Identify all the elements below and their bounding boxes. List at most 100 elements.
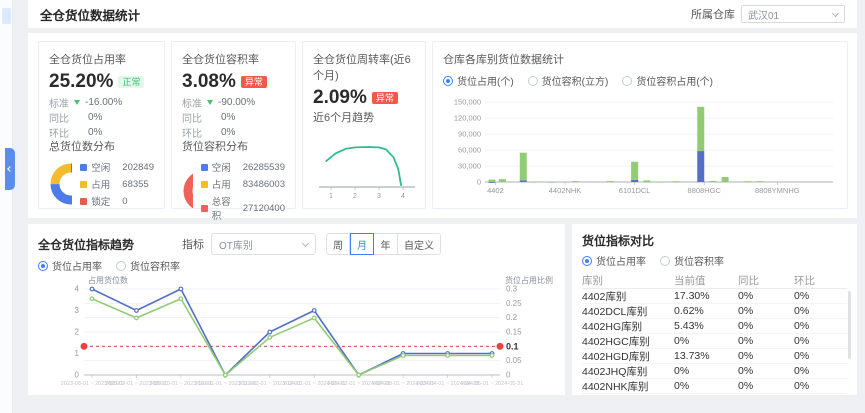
legend-item: 空闲202849 <box>80 160 154 174</box>
period-year-button[interactable]: 年 <box>374 233 398 255</box>
radio-occupancy-rate[interactable]: 货位占用率 <box>582 253 646 268</box>
radio-icon <box>443 76 453 86</box>
svg-text:2: 2 <box>75 328 80 337</box>
legend-swatch <box>80 181 87 188</box>
table-row: 4402HGD库别13.73%0%0% <box>582 349 847 364</box>
svg-text:3: 3 <box>377 193 381 199</box>
panel-title: 货位指标对比 <box>582 232 847 249</box>
yoy-label: 同比 <box>182 110 202 125</box>
comparison-panel: 货位指标对比 货位占用率 货位容积率 库别 当前值 同比 环比 4402库别17… <box>572 224 857 395</box>
table-row: 4402DCL库别0.62%0%0% <box>582 304 847 319</box>
legend-item: 占用83486003 <box>201 177 285 191</box>
sidebar-selected-item[interactable] <box>2 8 11 24</box>
card-title: 全仓货位占用率 <box>49 51 154 67</box>
distribution-title: 货位容积分布 <box>182 138 285 154</box>
svg-text:60,000: 60,000 <box>458 146 481 155</box>
period-week-button[interactable]: 周 <box>326 233 350 255</box>
card-occupancy-rate: 全仓货位占用率 25.20% 正常 标准-16.00% 同比0% 环比0% 总货… <box>38 41 165 209</box>
occupancy-trend-line-chart: 占用货位数货位占用比例00.050.10.150.20.250.30123420… <box>38 275 555 393</box>
radio-icon <box>116 261 126 271</box>
svg-text:4: 4 <box>75 285 80 294</box>
radio-occupancy-rate[interactable]: 货位占用率 <box>38 258 102 273</box>
page-title: 全仓货位数据统计 <box>40 5 140 24</box>
svg-text:0.25: 0.25 <box>506 299 522 308</box>
panel-title: 全仓货位指标趋势 <box>38 236 134 253</box>
svg-text:2024-05-01 ~ 2024-05-31: 2024-05-01 ~ 2024-05-31 <box>461 381 524 387</box>
by-store-bar-chart: 030,00060,00090,000120,000150,0004402440… <box>443 94 839 199</box>
legend-swatch <box>201 181 208 188</box>
card-volume-rate: 全仓货位容积率 3.08% 异常 标准-90.00% 同比0% 环比0% 货位容… <box>171 41 296 209</box>
metric-select[interactable]: OT库别 <box>211 233 316 255</box>
radio-volume-rate[interactable]: 货位容积率 <box>116 258 180 273</box>
svg-text:0.3: 0.3 <box>506 285 518 294</box>
metric-select-value: OT库别 <box>219 237 253 252</box>
yoy-value: 0% <box>221 112 235 123</box>
legend-item: 总容积27120400 <box>201 194 285 222</box>
page-header: 全仓货位数据统计 所属仓库 武汉01 <box>28 0 857 28</box>
svg-text:120,000: 120,000 <box>454 114 481 123</box>
svg-text:0.2: 0.2 <box>506 313 518 322</box>
yoy-value: 0% <box>88 112 102 123</box>
radio-slot-volume-occupied[interactable]: 货位容积占用(个) <box>622 73 713 88</box>
turnover-mini-line-chart: 1234 <box>313 131 417 199</box>
occupancy-value: 25.20% <box>49 71 113 93</box>
radio-icon <box>622 76 632 86</box>
period-month-button[interactable]: 月 <box>350 233 374 255</box>
mom-value: 0% <box>88 127 102 138</box>
chevron-down-icon <box>302 239 309 246</box>
volume-value: 3.08% <box>182 71 236 93</box>
arrow-down-icon <box>74 100 80 105</box>
warehouse-select[interactable]: 武汉01 <box>741 5 845 23</box>
radio-icon <box>582 256 592 266</box>
legend-swatch <box>201 164 208 171</box>
trend-panel: 全仓货位指标趋势 指标 OT库别 周 月 年 自定义 货位占用率 货位容积率 占… <box>28 224 565 395</box>
warehouse-select-value: 武汉01 <box>748 7 779 22</box>
svg-text:4402: 4402 <box>487 186 504 195</box>
svg-text:4402NHK: 4402NHK <box>549 186 582 195</box>
svg-text:8808YMNHG: 8808YMNHG <box>755 186 800 195</box>
radio-icon <box>660 256 670 266</box>
table-scrollbar[interactable] <box>848 291 851 359</box>
sidebar-expand-handle[interactable] <box>5 148 15 190</box>
sidebar-collapsed <box>0 0 13 413</box>
radio-icon <box>528 76 538 86</box>
table-header-row: 库别 当前值 同比 环比 <box>582 273 847 289</box>
card-by-store: 仓库各库别货位数据统计 货位占用(个) 货位容积(立方) 货位容积占用(个) 0… <box>432 41 848 209</box>
svg-text:4: 4 <box>401 193 405 199</box>
svg-text:0.1: 0.1 <box>506 341 519 351</box>
legend-swatch <box>201 205 208 212</box>
svg-text:6101DCL: 6101DCL <box>619 186 651 195</box>
donut-legend: 空闲26285539 占用83486003 总容积27120400 <box>201 160 285 222</box>
card-title: 仓库各库别货位数据统计 <box>443 51 837 67</box>
metric-label: 指标 <box>182 236 204 252</box>
svg-text:30,000: 30,000 <box>458 162 481 171</box>
radio-volume-rate[interactable]: 货位容积率 <box>660 253 724 268</box>
table-row: 4402NHK库别0%0%0% <box>582 379 847 394</box>
radio-slot-volume[interactable]: 货位容积(立方) <box>528 73 609 88</box>
chevron-down-icon <box>832 9 839 16</box>
svg-text:0: 0 <box>75 371 80 380</box>
svg-text:0.05: 0.05 <box>506 356 522 365</box>
period-custom-button[interactable]: 自定义 <box>398 233 441 255</box>
svg-text:2: 2 <box>353 193 357 199</box>
svg-text:150,000: 150,000 <box>454 98 481 107</box>
chevron-left-icon <box>7 166 13 172</box>
summary-panel: 全仓货位占用率 25.20% 正常 标准-16.00% 同比0% 环比0% 总货… <box>28 33 857 218</box>
warehouse-label: 所属仓库 <box>691 6 735 22</box>
legend-item: 空闲26285539 <box>201 160 285 174</box>
svg-text:90,000: 90,000 <box>458 130 481 139</box>
distribution-title: 总货位数分布 <box>49 138 154 154</box>
turnover-value: 2.09% <box>313 87 367 109</box>
mom-value: 0% <box>221 127 235 138</box>
std-label: 标准 <box>182 95 202 110</box>
legend-item: 锁定0 <box>80 194 154 208</box>
slots-donut-chart <box>49 162 72 206</box>
status-badge: 正常 <box>118 76 144 89</box>
legend-swatch <box>80 198 87 205</box>
table-row: 4402库别17.30%0%0% <box>582 289 847 304</box>
donut-legend: 空闲202849 占用68355 锁定0 <box>80 160 154 208</box>
svg-text:0.15: 0.15 <box>506 328 522 337</box>
radio-slot-occupied[interactable]: 货位占用(个) <box>443 73 514 88</box>
status-badge: 异常 <box>241 76 267 89</box>
svg-text:1: 1 <box>75 349 80 358</box>
